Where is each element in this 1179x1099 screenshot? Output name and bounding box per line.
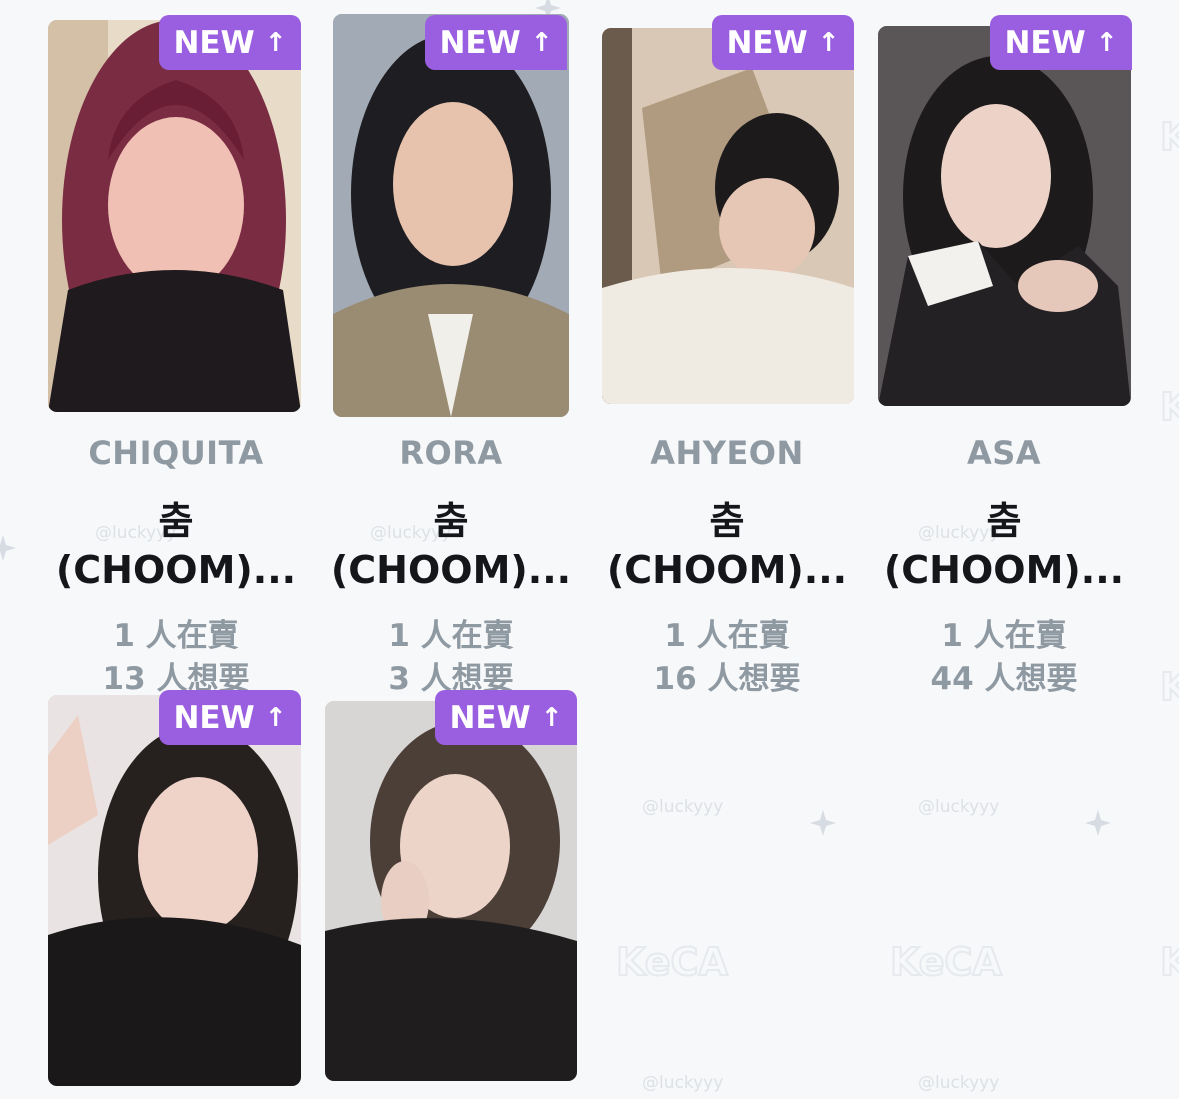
arrow-up-icon: ↑ <box>817 27 840 58</box>
new-badge: NEW ↑ <box>425 15 567 70</box>
photocard-image[interactable] <box>325 701 577 1081</box>
album-title-line1: 춤 <box>986 499 1022 543</box>
arrow-up-icon: ↑ <box>540 702 563 733</box>
album-title-line2: (CHOOM)... <box>606 548 848 592</box>
arrow-up-icon: ↑ <box>530 27 553 58</box>
svg-text:K: K <box>1160 665 1179 709</box>
seller-count: 1 人在賣 <box>388 618 514 654</box>
new-badge: NEW ↑ <box>435 690 577 745</box>
svg-text:@luckyyy: @luckyyy <box>918 1073 999 1093</box>
new-badge: NEW ↑ <box>990 15 1132 70</box>
member-photo <box>48 20 301 412</box>
album-title-line1: 춤 <box>433 499 469 543</box>
svg-text:@luckyyy: @luckyyy <box>642 1073 723 1093</box>
photocard-image[interactable] <box>48 695 301 1086</box>
new-badge: NEW ↑ <box>712 15 854 70</box>
member-photo <box>878 26 1131 406</box>
arrow-up-icon: ↑ <box>264 27 287 58</box>
member-name: ASA <box>966 434 1042 472</box>
svg-text:KeCA: KeCA <box>890 940 1002 984</box>
arrow-up-icon: ↑ <box>1095 27 1118 58</box>
album-title-line2: (CHOOM)... <box>330 548 572 592</box>
member-photo <box>48 695 301 1086</box>
member-name: AHYEON <box>650 434 804 472</box>
wanter-count: 16 人想要 <box>653 661 801 697</box>
member-photo <box>602 28 854 404</box>
album-title-line1: 춤 <box>709 499 745 543</box>
photocard-image[interactable] <box>602 28 854 404</box>
member-photo <box>333 14 569 417</box>
svg-text:K: K <box>1160 940 1179 984</box>
wanter-count: 44 人想要 <box>930 661 1078 697</box>
new-badge: NEW ↑ <box>159 690 301 745</box>
album-title-line2: (CHOOM)... <box>883 548 1125 592</box>
svg-text:@luckyyy: @luckyyy <box>918 797 999 817</box>
new-badge: NEW ↑ <box>159 15 301 70</box>
member-name: CHIQUITA <box>88 434 264 472</box>
svg-text:K: K <box>1160 115 1179 159</box>
album-title-line1: 춤 <box>158 499 194 543</box>
seller-count: 1 人在賣 <box>941 618 1067 654</box>
album-title-line2: (CHOOM)... <box>55 548 297 592</box>
svg-text:KeCA: KeCA <box>616 940 728 984</box>
photocard-image[interactable] <box>878 26 1131 406</box>
svg-text:@luckyyy: @luckyyy <box>642 797 723 817</box>
photocard-image[interactable] <box>333 14 569 417</box>
svg-text:K: K <box>1160 385 1179 429</box>
seller-count: 1 人在賣 <box>113 618 239 654</box>
seller-count: 1 人在賣 <box>664 618 790 654</box>
member-photo <box>325 701 577 1081</box>
photocard-image[interactable] <box>48 20 301 412</box>
member-name: RORA <box>399 434 503 472</box>
arrow-up-icon: ↑ <box>264 702 287 733</box>
